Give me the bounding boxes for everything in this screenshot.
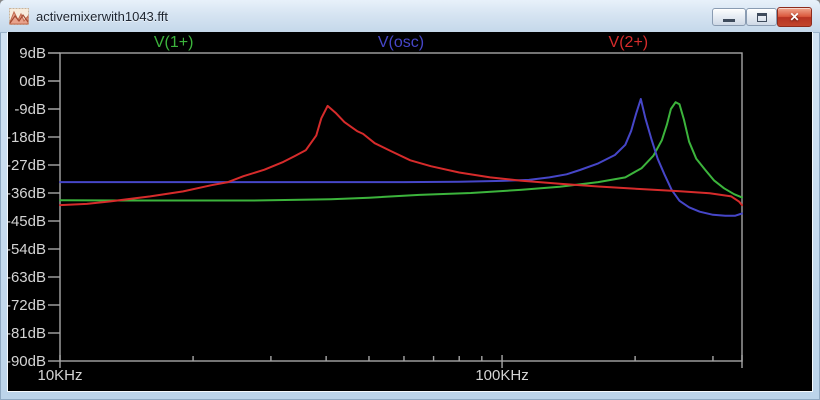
legend-trace-vosc[interactable]: V(osc) [378, 34, 424, 52]
legend-trace-v2plus[interactable]: V(2+) [609, 34, 649, 52]
close-button[interactable]: ✕ [777, 7, 812, 27]
minimize-icon [723, 19, 735, 22]
maximize-button[interactable] [746, 8, 777, 26]
y-tick-label[interactable]: -54dB [8, 241, 46, 258]
y-tick-label[interactable]: -9dB [14, 101, 46, 118]
maximize-icon [757, 13, 767, 22]
y-tick-label[interactable]: -81dB [8, 325, 46, 342]
fft-plot[interactable]: 9dB 0dB -9dB -18dB -27dB -36dB -45dB -54dB -63dB… [8, 32, 812, 391]
x-axis-tick-label-10khz[interactable]: 10KHz [37, 367, 82, 384]
x-axis-tick-label-100khz[interactable]: 100KHz [475, 367, 528, 384]
y-tick-label[interactable]: -27dB [8, 157, 46, 174]
plot-client-area: 9dB 0dB -9dB -18dB -27dB -36dB -45dB -54dB -63dB… [8, 32, 812, 391]
y-tick-label[interactable]: -72dB [8, 297, 46, 314]
titlebar[interactable]: activemixerwith1043.fft ✕ [0, 0, 820, 33]
app-window: activemixerwith1043.fft ✕ 9dB 0dB -9dB -18d… [0, 0, 820, 400]
y-tick-label[interactable]: -45dB [8, 213, 46, 230]
trace-v2[interactable] [60, 106, 742, 205]
window-title: activemixerwith1043.fft [36, 9, 168, 24]
y-tick-label[interactable]: -18dB [8, 129, 46, 146]
y-tick-label[interactable]: 0dB [19, 73, 46, 90]
y-tick-label[interactable]: 9dB [19, 45, 46, 62]
minimize-button[interactable] [712, 8, 746, 26]
trace-vosc[interactable] [60, 99, 742, 216]
close-icon: ✕ [789, 11, 799, 23]
waveform-icon[interactable] [9, 8, 29, 25]
trace-v1[interactable] [60, 102, 742, 200]
legend-trace-v1plus[interactable]: V(1+) [154, 34, 194, 52]
y-tick-label[interactable]: -63dB [8, 269, 46, 286]
window-frame-inner: 9dB 0dB -9dB -18dB -27dB -36dB -45dB -54dB -63dB… [7, 32, 813, 392]
y-tick-label[interactable]: -36dB [8, 185, 46, 202]
